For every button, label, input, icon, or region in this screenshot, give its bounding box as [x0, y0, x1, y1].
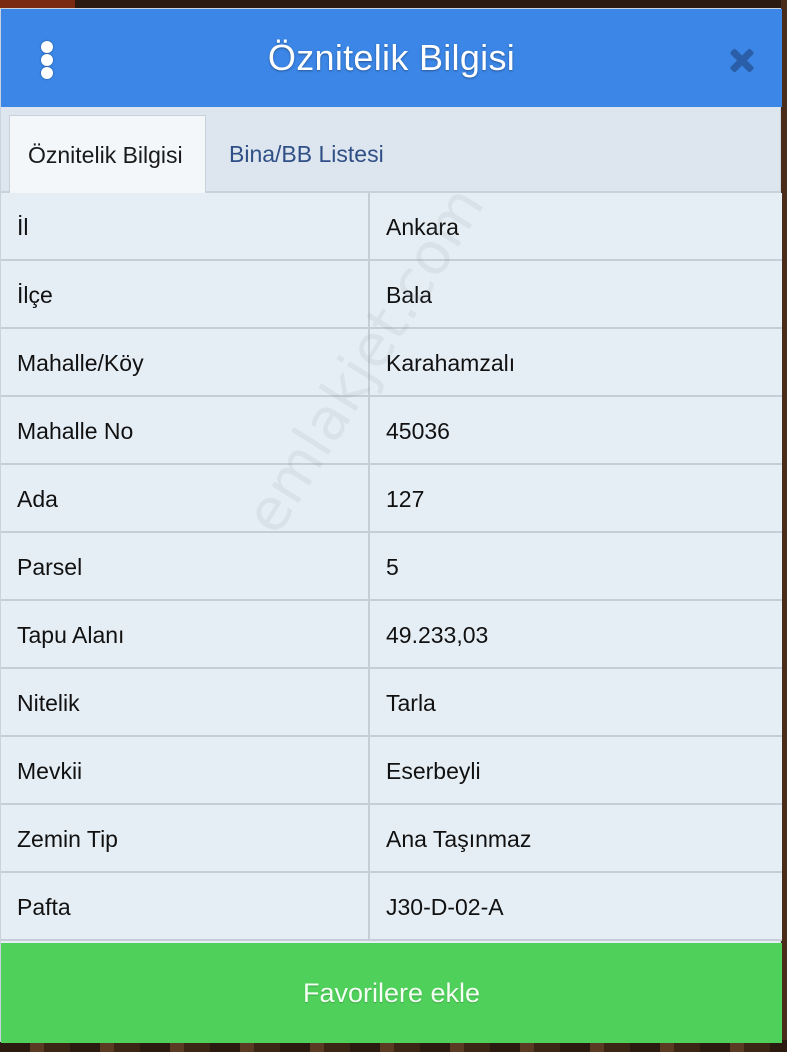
attribute-value: Eserbeyli [386, 758, 481, 784]
attribute-value: Karahamzalı [386, 350, 516, 376]
column-divider [368, 737, 370, 803]
column-divider [368, 465, 370, 531]
attribute-key: Tapu Alanı [17, 622, 125, 648]
table-row: İlçe Bala [1, 261, 782, 329]
tab-bina-bb-listesi[interactable]: Bina/BB Listesi [211, 115, 402, 193]
attribute-key: Zemin Tip [17, 826, 118, 852]
column-divider [368, 397, 370, 463]
attribute-value: Bala [386, 282, 433, 308]
attribute-key: Ada [17, 486, 58, 512]
column-divider [368, 669, 370, 735]
attribute-key: Pafta [17, 894, 71, 920]
table-row: Zemin Tip Ana Taşınmaz [1, 805, 782, 873]
table-row: Parsel 5 [1, 533, 782, 601]
attribute-key: Mahalle No [17, 418, 134, 444]
column-divider [368, 873, 370, 939]
column-divider [368, 193, 370, 259]
table-row: Mahalle/Köy Karahamzalı [1, 329, 782, 397]
attribute-value: Ana Taşınmaz [386, 826, 532, 852]
attribute-key: Nitelik [17, 690, 80, 716]
attribute-value: 5 [386, 554, 399, 580]
dialog-header: Öznitelik Bilgisi [1, 9, 782, 107]
table-row: Mahalle No 45036 [1, 397, 782, 465]
attribute-dialog: Öznitelik Bilgisi Öznitelik Bilgisi Bina… [0, 8, 782, 1043]
attribute-key: İlçe [17, 282, 53, 308]
table-row: Mevkii Eserbeyli [1, 737, 782, 805]
close-icon[interactable] [725, 43, 759, 77]
column-divider [368, 533, 370, 599]
tab-oznitelik-bilgisi[interactable]: Öznitelik Bilgisi [9, 115, 206, 193]
attribute-key: Parsel [17, 554, 83, 580]
attribute-key: Mevkii [17, 758, 83, 784]
dialog-title: Öznitelik Bilgisi [267, 37, 516, 78]
add-to-favorites-button[interactable]: Favorilere ekle [1, 943, 782, 1043]
tab-bar: Öznitelik Bilgisi Bina/BB Listesi [1, 107, 780, 193]
table-row: Pafta J30-D-02-A [1, 873, 782, 941]
column-divider [368, 329, 370, 395]
table-row: İl Ankara [1, 193, 782, 261]
attribute-value: Tarla [386, 690, 436, 716]
attribute-value: 127 [386, 486, 425, 512]
table-row: Tapu Alanı 49.233,03 [1, 601, 782, 669]
column-divider [368, 805, 370, 871]
attribute-value: Ankara [386, 214, 459, 240]
attribute-key: İl [17, 214, 29, 240]
table-row: Ada 127 [1, 465, 782, 533]
table-row: Nitelik Tarla [1, 669, 782, 737]
attribute-key: Mahalle/Köy [17, 350, 144, 376]
attribute-table: İl Ankara İlçe Bala Mahalle/Köy Karahamz… [1, 193, 782, 941]
column-divider [368, 601, 370, 667]
attribute-value: 45036 [386, 418, 450, 444]
attribute-value: 49.233,03 [386, 622, 489, 648]
column-divider [368, 261, 370, 327]
attribute-value: J30-D-02-A [386, 894, 504, 920]
